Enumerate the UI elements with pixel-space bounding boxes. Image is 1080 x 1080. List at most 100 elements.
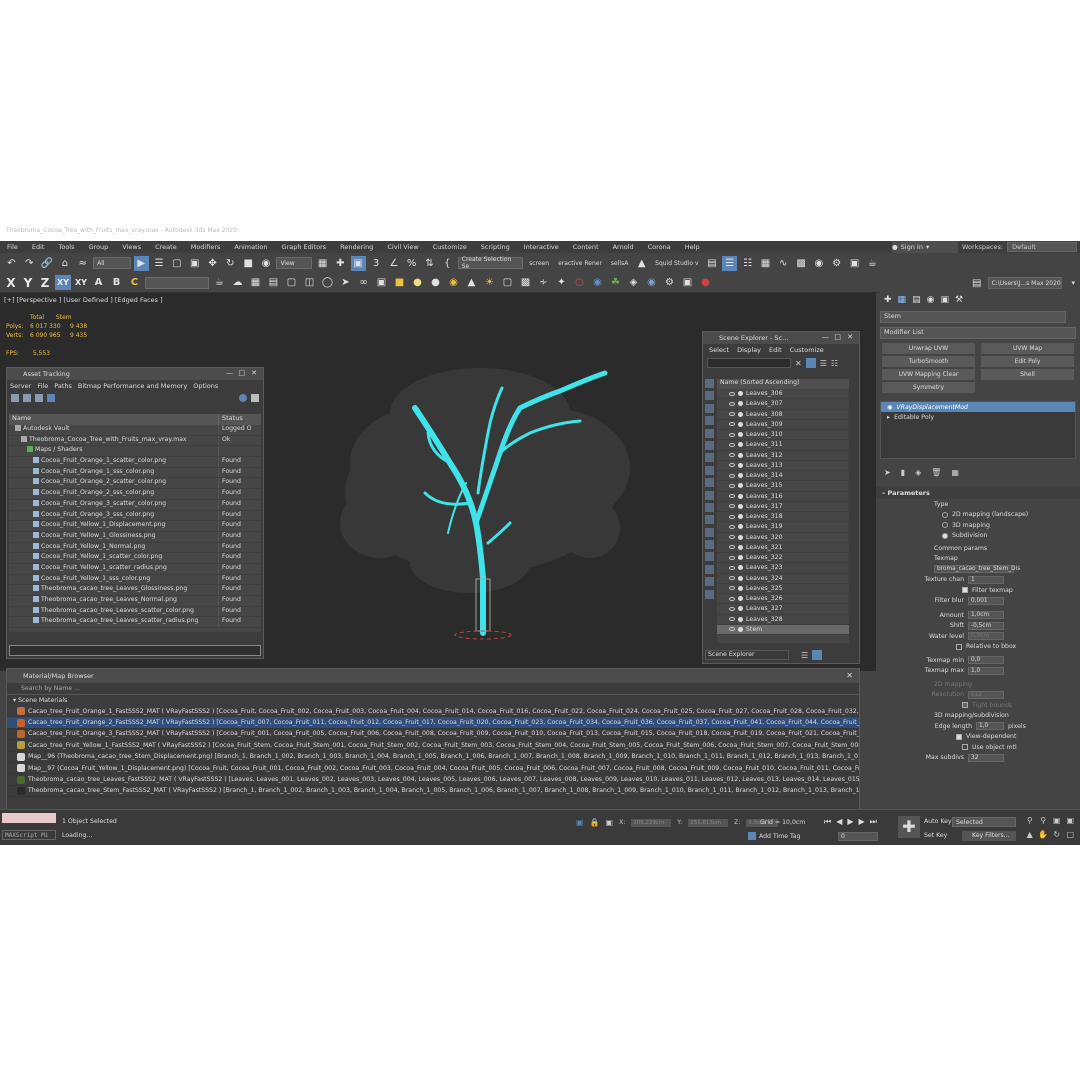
- rotate-icon[interactable]: ↻: [223, 256, 238, 271]
- asset-row[interactable]: Cocoa_Fruit_Yellow_1_Glossiness.png Found: [9, 531, 261, 543]
- texmap-button[interactable]: broma_cacao_tree_Stem_Dis: [934, 565, 1020, 574]
- scene-list-item[interactable]: Leaves_317: [717, 502, 849, 512]
- asset-row[interactable]: Theobroma_Cocoa_Tree_with_Fruits_max_vra…: [9, 435, 261, 447]
- menu-item-arnold[interactable]: Arnold: [606, 243, 641, 251]
- set-key-icon[interactable]: ✚: [898, 816, 920, 838]
- visibility-eye-icon[interactable]: [729, 432, 735, 437]
- keyboard-shortcut-icon[interactable]: ▣: [350, 255, 366, 271]
- close-icon[interactable]: ✕: [846, 671, 853, 680]
- cloud-icon[interactable]: ☁: [230, 275, 245, 290]
- visibility-eye-icon[interactable]: [729, 483, 735, 488]
- fur-icon[interactable]: ∻: [536, 275, 551, 290]
- asset-menu-bitmap-performance-and-memory[interactable]: Bitmap Performance and Memory: [78, 382, 187, 390]
- box-icon[interactable]: ▣: [374, 275, 389, 290]
- scene-list-item[interactable]: Leaves_318: [717, 512, 849, 523]
- asset-row[interactable]: Cocoa_Fruit_Orange_2_scatter_color.png Fo…: [9, 478, 261, 490]
- relative-bbox-checkbox[interactable]: [956, 643, 962, 650]
- hierarchy-tab-icon[interactable]: ▤: [912, 295, 921, 305]
- play-icon[interactable]: ▶: [847, 817, 853, 827]
- grid-icon[interactable]: ▦: [248, 275, 263, 290]
- column-name[interactable]: Name: [9, 414, 219, 425]
- column-status[interactable]: Status: [219, 414, 243, 425]
- help-icon[interactable]: [239, 394, 247, 402]
- object-name-field[interactable]: Stem: [880, 311, 1066, 323]
- squid-icon[interactable]: ▲: [634, 256, 649, 271]
- layers-icon[interactable]: ☷: [831, 359, 838, 368]
- orbit-icon[interactable]: ↻: [1051, 830, 1063, 842]
- freeze-dot-icon[interactable]: [738, 626, 743, 632]
- visibility-eye-icon[interactable]: [729, 586, 735, 591]
- modifier-button-shell[interactable]: Shell: [981, 369, 1074, 380]
- text-a-icon[interactable]: A: [91, 275, 106, 290]
- grid-toggle-icon[interactable]: [812, 650, 823, 660]
- percent-snap-icon[interactable]: %: [404, 256, 419, 271]
- radio-3d-mapping[interactable]: [942, 522, 948, 529]
- bone-filter-icon[interactable]: [705, 490, 714, 500]
- material-row[interactable]: Cacao_tree_Fruit_Orange_2_FastSSS2_MAT (…: [7, 717, 859, 729]
- asset-menu-server[interactable]: Server: [10, 382, 31, 390]
- lens-icon[interactable]: ◉: [644, 275, 659, 290]
- freeze-dot-icon[interactable]: [738, 606, 743, 612]
- sun-icon[interactable]: ☀: [482, 275, 497, 290]
- dome-icon[interactable]: ◉: [446, 275, 461, 290]
- asset-row[interactable]: Cocoa_Fruit_Orange_1_sss_color.png Found: [9, 467, 261, 479]
- visibility-eye-icon[interactable]: [729, 463, 735, 468]
- freeze-dot-icon[interactable]: [738, 473, 743, 479]
- modifier-button-symmetry[interactable]: Symmetry: [882, 382, 975, 393]
- freeze-dot-icon[interactable]: [738, 462, 743, 468]
- freeze-dot-icon[interactable]: [738, 596, 743, 602]
- schematic-view-icon[interactable]: ▩: [794, 256, 809, 271]
- asset-row[interactable]: Theobroma_cacao_tree_Leaves_Glossiness.p…: [9, 585, 261, 596]
- scene-menu-select[interactable]: Select: [709, 346, 729, 354]
- menu-item-create[interactable]: Create: [148, 243, 184, 251]
- project-folder-icon[interactable]: ▤: [970, 276, 984, 291]
- move-icon[interactable]: ✥: [205, 256, 220, 271]
- menu-item-civil-view[interactable]: Civil View: [380, 243, 425, 251]
- asset-menu-paths[interactable]: Paths: [54, 382, 72, 390]
- asset-row[interactable]: Theobroma_cacao_tree_Leaves_Normal.png Fo…: [9, 596, 261, 607]
- asset-row[interactable]: Cocoa_Fruit_Yellow_1_scatter_color.png Fo…: [9, 553, 261, 564]
- scene-list-item[interactable]: Leaves_312: [717, 451, 849, 461]
- maximize-viewport-icon[interactable]: □: [1065, 830, 1077, 842]
- expand-icon[interactable]: ▸: [887, 414, 890, 421]
- maximize-icon[interactable]: □: [834, 333, 841, 341]
- scene-list-item[interactable]: Stem: [717, 624, 849, 635]
- asset-row[interactable]: Cocoa_Fruit_Yellow_1_Normal.png Found: [9, 542, 261, 554]
- eye-icon[interactable]: ◉: [887, 404, 892, 411]
- isolate-icon[interactable]: ▣: [576, 818, 584, 827]
- pointer-icon[interactable]: ➤: [338, 275, 353, 290]
- visibility-eye-icon[interactable]: [729, 617, 735, 622]
- asset-row[interactable]: Cocoa_Fruit_Yellow_1_Displacement.png Fou…: [9, 521, 261, 532]
- scene-explorer-dropdown[interactable]: Scene Explorer: [705, 650, 789, 660]
- none-filter-icon[interactable]: [705, 552, 714, 562]
- spinner-snap-icon[interactable]: ⇅: [422, 256, 437, 271]
- scene-list-item[interactable]: Leaves_327: [717, 604, 849, 615]
- workspaces-dropdown[interactable]: Default: [1007, 242, 1078, 252]
- amount-spinner[interactable]: 1,0cm: [968, 611, 1004, 620]
- freeze-dot-icon[interactable]: [738, 421, 743, 427]
- scene-list-item[interactable]: Leaves_314: [717, 471, 849, 482]
- tight-bounds-checkbox[interactable]: [962, 702, 968, 709]
- scene-menu-customize[interactable]: Customize: [790, 346, 824, 354]
- select-manipulate-icon[interactable]: ✚: [333, 256, 348, 271]
- scene-materials-section[interactable]: ▾ Scene Materials: [7, 695, 859, 706]
- clear-search-icon[interactable]: ✕: [795, 359, 802, 368]
- align-icon[interactable]: ▤: [705, 256, 720, 271]
- texmap-max-spinner[interactable]: 1,0: [968, 666, 1004, 675]
- layer-explorer-icon[interactable]: ☷: [740, 256, 755, 271]
- menu-item-corona[interactable]: Corona: [641, 243, 678, 251]
- freeze-dot-icon[interactable]: [738, 575, 743, 581]
- zoom-extents-all-icon[interactable]: ▣: [1065, 816, 1077, 828]
- material-search-input[interactable]: Search by Name ...: [7, 683, 859, 695]
- texmap-min-spinner[interactable]: 0,0: [968, 656, 1004, 665]
- menu-item-scripting[interactable]: Scripting: [474, 243, 517, 251]
- light-bulb-icon[interactable]: ●: [410, 275, 425, 290]
- close-icon[interactable]: ✕: [847, 333, 853, 341]
- angle-snap-icon[interactable]: ∠: [386, 256, 401, 271]
- freeze-dot-icon[interactable]: [738, 483, 743, 489]
- pin-stack-icon[interactable]: ➤: [884, 468, 891, 477]
- visibility-eye-icon[interactable]: [729, 422, 735, 427]
- scene-list-item[interactable]: Leaves_313: [717, 461, 849, 471]
- modifier-button-turbosmooth[interactable]: TurboSmooth: [882, 356, 975, 367]
- stack-item-editable-poly[interactable]: ▸ Editable Poly: [881, 412, 1075, 422]
